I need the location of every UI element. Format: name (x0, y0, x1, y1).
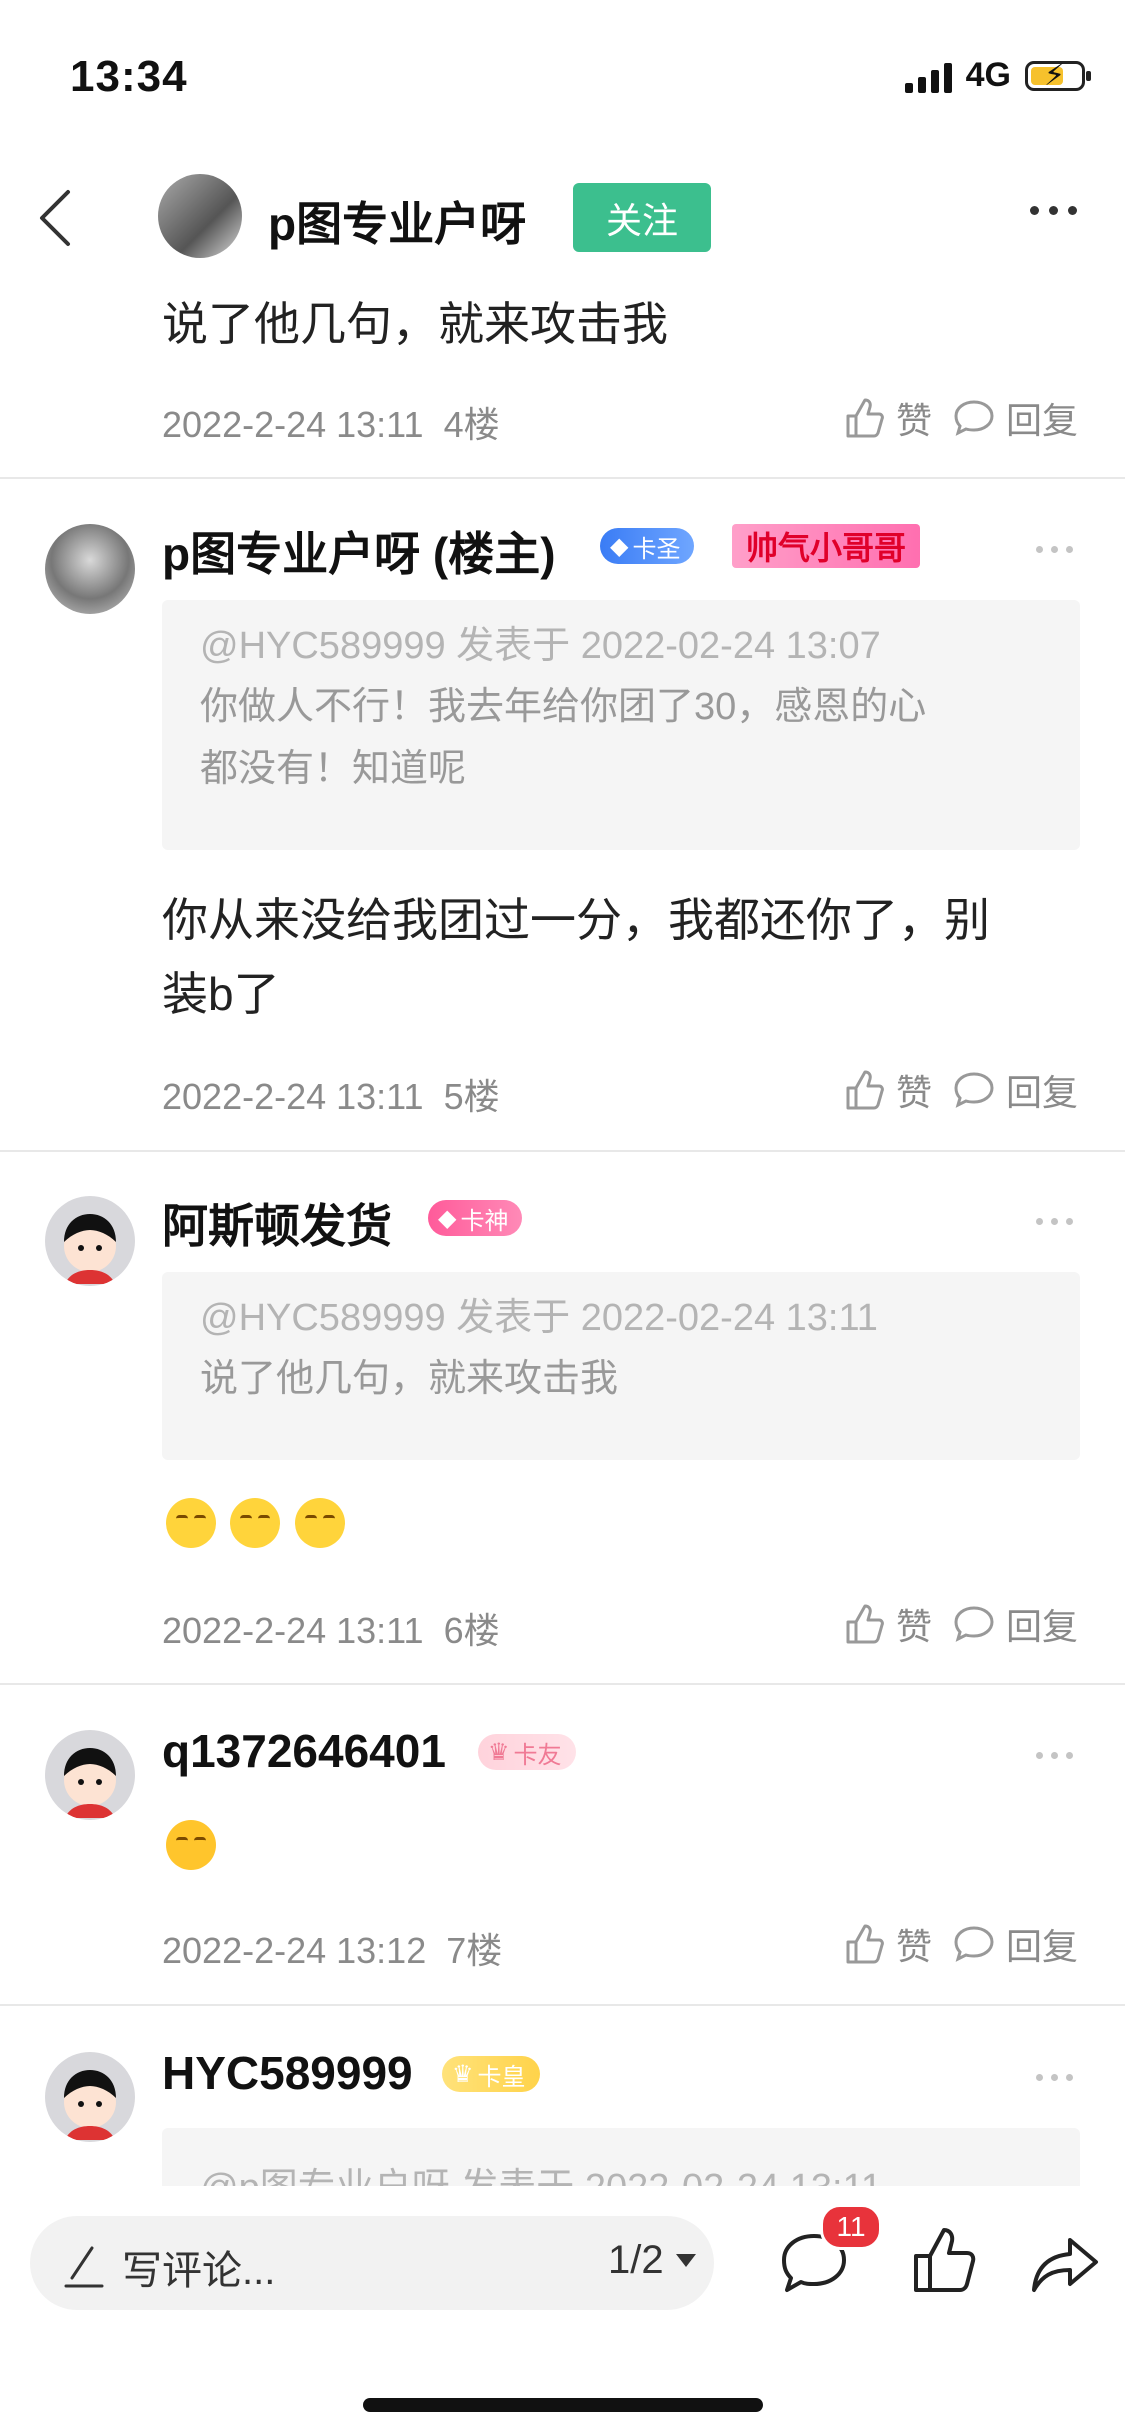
post-date: 2022-2-24 13:11 (162, 1076, 424, 1117)
quote-block: @HYC589999 发表于 2022-02-24 13:07 你做人不行！我去… (162, 600, 1080, 850)
post-date: 2022-2-24 13:12 (162, 1930, 427, 1971)
laughing-emoji-icon (230, 1498, 281, 1548)
diamond-icon: ◆ (610, 532, 629, 560)
like-post-button[interactable] (906, 2222, 982, 2303)
username[interactable]: p图专业户呀 (楼主) (162, 518, 556, 584)
pen-icon (62, 2240, 106, 2295)
status-icons: 4G ⚡ (904, 56, 1091, 95)
crown-icon: ♛ (452, 2060, 474, 2088)
avatar[interactable] (45, 1730, 135, 1820)
divider (0, 477, 1125, 479)
post-floor: 4楼 (443, 404, 500, 445)
thumbs-up-icon (914, 2228, 976, 2292)
username[interactable]: HYC589999 (162, 2046, 413, 2100)
quote-text: 说了他几句，就来攻击我 (200, 1358, 619, 1400)
like-button[interactable]: 赞 (842, 1918, 932, 1970)
comment-count-badge: 11 (820, 2204, 882, 2250)
reply-button[interactable]: 回复 (952, 1918, 1078, 1970)
author-avatar[interactable] (158, 174, 242, 258)
post-floor: 5楼 (443, 1076, 500, 1117)
post-text: 你从来没给我团过一分，我都还你了，别 (162, 894, 990, 946)
post-actions: 赞 回复 (842, 392, 1078, 444)
username[interactable]: q1372646401 (162, 1724, 446, 1778)
thumbs-up-icon (846, 1070, 884, 1110)
post-meta: 2022-2-24 13:11 4楼 (162, 396, 500, 448)
post-text: 说了他几句，就来攻击我 (162, 298, 668, 350)
more-icon[interactable] (1036, 1752, 1073, 1759)
quote-text: 都没有！知道呢 (200, 748, 467, 790)
more-icon[interactable] (1036, 1218, 1073, 1225)
quote-text: 你做人不行！我去年给你团了30，感恩的心 (200, 686, 927, 728)
avatar[interactable] (45, 524, 135, 614)
comment-icon (954, 1926, 994, 1962)
home-indicator (363, 2398, 763, 2412)
battery-icon: ⚡ (1025, 59, 1091, 92)
share-icon (1032, 2238, 1098, 2292)
level-badge: ♛ 卡友 (478, 1734, 576, 1770)
post-actions: 赞 回复 (842, 1918, 1078, 1970)
thumbs-up-icon (846, 1924, 884, 1964)
level-badge: ◆ 卡圣 (600, 528, 695, 564)
title-badge: 帅气小哥哥 (732, 524, 921, 568)
quote-block: @HYC589999 发表于 2022-02-24 13:11 说了他几句，就来… (162, 1272, 1080, 1460)
emoji-row (166, 1498, 355, 1553)
status-time: 13:34 (70, 52, 188, 101)
caret-down-icon[interactable] (676, 2254, 696, 2267)
more-icon[interactable] (1036, 2074, 1073, 2081)
reply-button[interactable]: 回复 (952, 1598, 1078, 1650)
username[interactable]: 阿斯顿发货 (162, 1190, 392, 1256)
comment-placeholder[interactable]: 写评论... (122, 2238, 275, 2296)
post-actions: 赞 回复 (842, 1064, 1078, 1116)
author-name[interactable]: p图专业户呀 (268, 188, 526, 254)
level-badge: ◆ 卡神 (428, 1200, 523, 1236)
level-badge: ♛ 卡皇 (442, 2056, 540, 2092)
post-floor: 7楼 (446, 1930, 503, 1971)
quote-header: @HYC589999 发表于 2022-02-24 13:07 (200, 625, 881, 667)
back-icon[interactable] (30, 182, 90, 252)
avatar[interactable] (45, 2052, 135, 2142)
divider (0, 1683, 1125, 1685)
reply-button[interactable]: 回复 (952, 392, 1078, 444)
signal-icon (904, 59, 952, 93)
post-meta: 2022-2-24 13:12 7楼 (162, 1922, 502, 1974)
like-button[interactable]: 赞 (842, 1064, 932, 1116)
post-date: 2022-2-24 13:11 (162, 404, 424, 445)
post-floor: 6楼 (443, 1610, 500, 1651)
more-icon[interactable] (1036, 546, 1073, 553)
diamond-icon: ◆ (438, 1204, 457, 1232)
comment-icon (954, 1606, 994, 1642)
network-label: 4G (965, 56, 1011, 94)
page-indicator[interactable]: 1/2 (608, 2238, 664, 2283)
post-date: 2022-2-24 13:11 (162, 1610, 424, 1651)
comment-icon (954, 1072, 994, 1108)
divider (0, 2004, 1125, 2006)
like-button[interactable]: 赞 (842, 392, 932, 444)
like-button[interactable]: 赞 (842, 1598, 932, 1650)
laughing-emoji-icon (294, 1498, 345, 1548)
crown-icon: ♛ (488, 1738, 510, 1766)
quote-header: @HYC589999 发表于 2022-02-24 13:11 (200, 1297, 878, 1339)
thumbs-up-icon (846, 398, 884, 438)
post-meta: 2022-2-24 13:11 5楼 (162, 1068, 500, 1120)
post-text: 装b了 (162, 968, 280, 1020)
avatar[interactable] (45, 1196, 135, 1286)
reply-button[interactable]: 回复 (952, 1064, 1078, 1116)
crying-laughing-emoji-icon (166, 1820, 216, 1870)
more-icon[interactable] (1030, 206, 1077, 215)
laughing-emoji-icon (166, 1498, 216, 1548)
post-actions: 赞 回复 (842, 1598, 1078, 1650)
post-meta: 2022-2-24 13:11 6楼 (162, 1602, 500, 1654)
follow-button[interactable]: 关注 (573, 183, 711, 252)
divider (0, 1150, 1125, 1152)
emoji-row (166, 1820, 226, 1875)
share-button[interactable] (1028, 2226, 1104, 2307)
comment-icon (954, 400, 994, 436)
thumbs-up-icon (846, 1604, 884, 1644)
